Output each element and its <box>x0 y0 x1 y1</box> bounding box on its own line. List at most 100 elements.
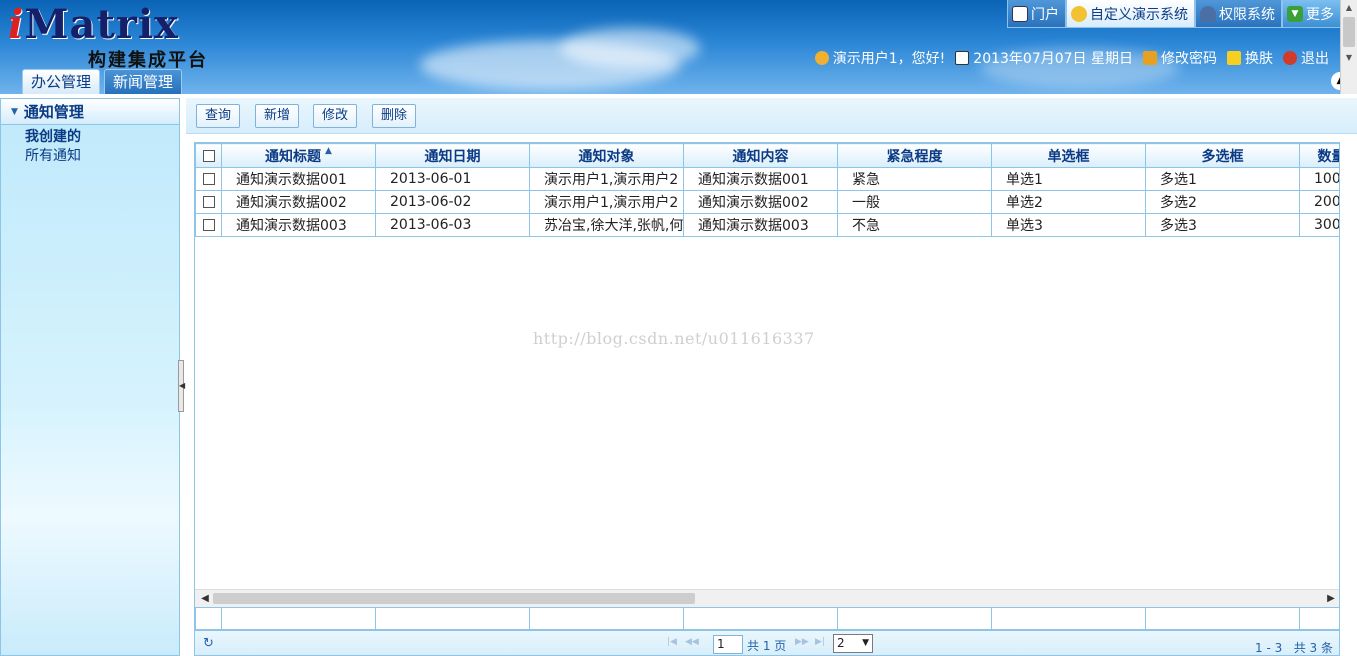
logout-link[interactable]: 退出 <box>1283 48 1329 68</box>
cell-title: 通知演示数据001 <box>221 167 376 191</box>
page-size-value: 2 <box>837 636 845 650</box>
grid-header-row: 通知标题▲ 通知日期 通知对象 通知内容 紧急程度 单选框 多选框 数量 <box>195 143 1339 168</box>
column-header-date[interactable]: 通知日期 <box>375 143 530 168</box>
scroll-left-icon[interactable]: ◀ <box>197 590 213 607</box>
sort-asc-icon: ▲ <box>325 145 332 156</box>
page-size-select[interactable]: 2 ▼ <box>833 634 873 653</box>
cell-quantity: 100 <box>1299 167 1339 191</box>
cell-date: 2013-06-02 <box>375 190 530 214</box>
footer-cell <box>683 607 838 630</box>
user-bar: 演示用户1，您好! 2013年07月07日 星期日 修改密码 换肤 退出 <box>814 48 1329 68</box>
change-skin-link[interactable]: 换肤 <box>1227 48 1273 68</box>
top-nav-label: 门户 <box>1031 6 1059 23</box>
sidebar-item-my-created[interactable]: 我创建的 <box>1 128 179 147</box>
total-pages-text: 共 1 页 <box>747 639 787 653</box>
grid-toolbar: 查询 新增 修改 删除 <box>186 98 1357 134</box>
cell-checkbox: 多选1 <box>1145 167 1300 191</box>
chevron-down-icon: ▼ <box>1287 5 1303 22</box>
edit-button[interactable]: 修改 <box>313 104 358 128</box>
cell-radio: 单选3 <box>991 213 1146 237</box>
column-header-radio[interactable]: 单选框 <box>991 143 1146 168</box>
sidebar-section-title: 通知管理 <box>23 103 84 121</box>
table-row[interactable]: 通知演示数据002 2013-06-02 演示用户1,演示用户2 通知演示数据0… <box>195 190 1339 214</box>
shirt-icon <box>1227 51 1241 65</box>
cell-urgency: 不急 <box>837 213 992 237</box>
record-range: 1 - 3 <box>1255 641 1283 655</box>
first-page-icon[interactable]: |◀ <box>667 637 677 647</box>
logo-wordmark: iMatrix <box>8 2 179 48</box>
page-scrollbar[interactable]: ▲ ▼ <box>1340 0 1357 94</box>
query-button[interactable]: 查询 <box>196 104 241 128</box>
cell-radio: 单选2 <box>991 190 1146 214</box>
row-checkbox[interactable] <box>202 219 215 231</box>
cell-checkbox: 多选3 <box>1145 213 1300 237</box>
select-all-cell[interactable] <box>195 143 222 168</box>
row-checkbox[interactable] <box>202 173 215 185</box>
footer-cell <box>221 607 376 630</box>
user-greeting-text: 演示用户1，您好! <box>832 51 946 67</box>
tab-news[interactable]: 新闻管理 <box>104 69 183 94</box>
select-all-checkbox[interactable] <box>202 149 215 162</box>
app-logo: iMatrix 构建集成平台 <box>8 2 206 72</box>
scroll-thumb[interactable] <box>213 593 695 604</box>
logo-i: i <box>8 1 25 48</box>
column-header-label: 通知标题 <box>265 148 322 165</box>
footer-cell <box>1145 607 1300 630</box>
next-page-icon[interactable]: ▶▶ <box>795 637 809 647</box>
top-nav-portal[interactable]: 门户 <box>1007 0 1066 28</box>
main-tabs: 办公管理 新闻管理 <box>22 69 183 94</box>
sidebar-item-all-notices[interactable]: 所有通知 <box>1 147 179 166</box>
row-checkbox[interactable] <box>202 196 215 208</box>
scroll-right-icon[interactable]: ▶ <box>1323 590 1339 607</box>
top-nav: 门户 自定义演示系统 权限系统 ▼ 更多 <box>1007 0 1341 28</box>
cell-title: 通知演示数据003 <box>221 213 376 237</box>
row-select-cell[interactable] <box>195 213 222 237</box>
cell-quantity: 300 <box>1299 213 1339 237</box>
grid-table: 通知标题▲ 通知日期 通知对象 通知内容 紧急程度 单选框 多选框 数量 通知演… <box>195 143 1339 237</box>
header-cloud <box>560 28 700 68</box>
sidebar-collapse-handle[interactable]: ◀ <box>178 360 185 412</box>
table-row[interactable]: 通知演示数据003 2013-06-03 苏冶宝,徐大洋,张帆,何 通知演示数据… <box>195 213 1339 237</box>
column-header-urgency[interactable]: 紧急程度 <box>837 143 992 168</box>
column-header-target[interactable]: 通知对象 <box>529 143 684 168</box>
last-page-icon[interactable]: ▶| <box>815 637 825 647</box>
top-nav-label: 自定义演示系统 <box>1090 6 1188 23</box>
footer-cell <box>837 607 992 630</box>
sidebar-section-header[interactable]: ▼ 通知管理 <box>1 99 179 125</box>
column-header-checkbox[interactable]: 多选框 <box>1145 143 1300 168</box>
page-number-input[interactable]: 1 <box>713 635 743 654</box>
column-header-title[interactable]: 通知标题 ▲ <box>221 143 376 168</box>
top-nav-label: 权限系统 <box>1219 6 1275 23</box>
table-row[interactable]: 通知演示数据001 2013-06-01 演示用户1,演示用户2 通知演示数据0… <box>195 167 1339 191</box>
calendar-icon <box>955 51 970 65</box>
column-header-quantity[interactable]: 数量 <box>1299 143 1339 168</box>
top-nav-more[interactable]: ▼ 更多 <box>1282 0 1341 28</box>
user-key-icon <box>1200 5 1216 22</box>
record-summary: 1 - 3 共 3 条 <box>1255 639 1333 655</box>
grid-horizontal-scrollbar[interactable]: ◀ ▶ <box>195 589 1339 607</box>
row-select-cell[interactable] <box>195 167 222 191</box>
date-text: 2013年07月07日 星期日 <box>973 51 1133 67</box>
cell-title: 通知演示数据002 <box>221 190 376 214</box>
scroll-up-icon[interactable]: ▲ <box>1341 0 1357 16</box>
delete-button[interactable]: 删除 <box>372 104 417 128</box>
scroll-thumb[interactable] <box>1343 17 1355 47</box>
column-header-content[interactable]: 通知内容 <box>683 143 838 168</box>
footer-cell <box>529 607 684 630</box>
row-select-cell[interactable] <box>195 190 222 214</box>
refresh-icon[interactable]: ↻ <box>203 636 214 651</box>
cell-target: 苏冶宝,徐大洋,张帆,何 <box>529 213 684 237</box>
user-icon <box>814 51 829 65</box>
logo-text: Matrix <box>24 1 179 48</box>
change-password-link[interactable]: 修改密码 <box>1143 48 1217 68</box>
tab-office[interactable]: 办公管理 <box>22 69 101 94</box>
top-nav-permission[interactable]: 权限系统 <box>1195 0 1282 28</box>
add-button[interactable]: 新增 <box>255 104 300 128</box>
cell-urgency: 紧急 <box>837 167 992 191</box>
cell-date: 2013-06-03 <box>375 213 530 237</box>
prev-page-icon[interactable]: ◀◀ <box>685 637 699 647</box>
top-nav-custom-demo[interactable]: 自定义演示系统 <box>1066 0 1195 28</box>
cell-target: 演示用户1,演示用户2 <box>529 190 684 214</box>
scroll-down-icon[interactable]: ▼ <box>1341 50 1357 66</box>
power-icon <box>1283 51 1297 65</box>
